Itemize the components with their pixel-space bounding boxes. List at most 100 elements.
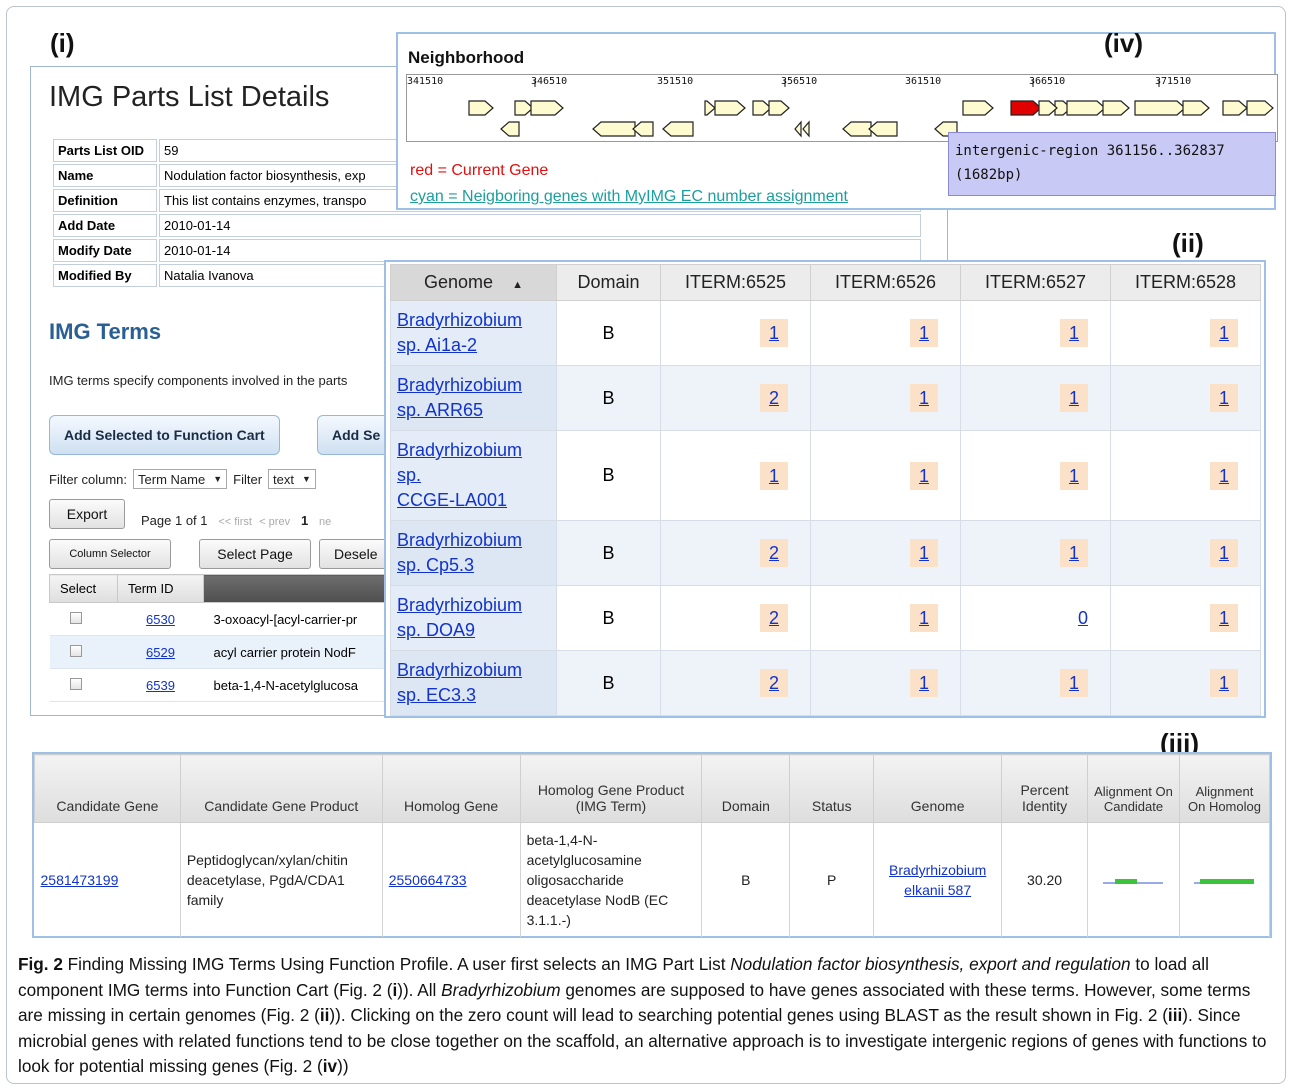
term-count-link[interactable]: 1 [910,604,938,632]
term-name: beta-1,4-N-acetylglucosa [203,668,404,702]
gene-arrow [794,120,802,138]
caption-figure-number: Fig. 2 [18,954,63,974]
column-header-select[interactable]: Select [49,574,118,603]
term-count-link[interactable]: 2 [760,604,788,632]
select-page-button[interactable]: Select Page [199,539,311,569]
column-header-iterm-6527[interactable]: ITERM:6527 [960,264,1111,301]
alignment-on-homolog[interactable] [1179,822,1271,937]
filter-column-select[interactable]: Term Name ▼ [133,469,228,489]
row-checkbox[interactable] [69,677,82,690]
column-header-percent-identity[interactable]: Percent Identity [1001,754,1089,823]
caption-bold: iii [1167,1005,1183,1025]
genome-link[interactable]: Bradyrhizobium sp. DOA9 [397,595,522,640]
term-count-link[interactable]: 2 [760,539,788,567]
term-count-link[interactable]: 1 [760,319,788,347]
term-id-link[interactable]: 6530 [146,612,175,627]
column-header-alignment-homolog[interactable]: Alignment On Homolog [1178,754,1271,823]
alignment-on-candidate[interactable] [1087,822,1180,937]
column-header-genome[interactable]: Genome [873,754,1003,823]
genome-link[interactable]: Bradyrhizobium sp. Ai1a-2 [397,310,522,355]
term-count-link[interactable]: 1 [910,319,938,347]
genome-link[interactable]: Bradyrhizobium sp. CCGE-LA001 [397,440,522,510]
term-count-link[interactable]: 1 [1210,461,1238,490]
neighborhood-panel: Neighborhood 341510 346510 351510 356510… [396,32,1278,210]
term-count-link[interactable]: 1 [1210,604,1238,632]
genome-link[interactable]: Bradyrhizobium sp. EC3.3 [397,660,522,705]
deselect-button[interactable]: Desele [319,539,389,569]
img-terms-table: Select Term ID 6530 3-oxoacyl-[acyl-carri… [49,574,404,702]
gene-arrow [1182,100,1210,116]
term-count-link[interactable]: 1 [910,461,938,490]
img-terms-heading: IMG Terms [49,319,162,344]
column-header-homolog-gene[interactable]: Homolog Gene [381,754,521,823]
term-count-link[interactable]: 1 [1210,319,1238,347]
genome-name-line: Bradyrhizobium [397,375,523,395]
term-count-link[interactable]: 2 [760,384,788,412]
column-selector-button[interactable]: Column Selector [49,539,171,569]
pager: Page 1 of 1 << first < prev 1 ne [141,513,331,528]
term-count-link[interactable]: 2 [760,669,788,697]
term-count-link[interactable]: 0 [1078,608,1088,628]
alignment-bar-candidate [1103,878,1164,884]
term-count-link[interactable]: 1 [1210,384,1238,412]
column-header-candidate-gene[interactable]: Candidate Gene [34,754,181,823]
info-key: Parts List OID [53,139,157,162]
genome-link[interactable]: Bradyrhizobium elkanii 587 [889,862,986,898]
genome-name-line: sp. Ai1a-2 [397,335,478,355]
row-checkbox[interactable] [69,644,82,657]
genome-link[interactable]: Bradyrhizobium sp. ARR65 [397,375,522,420]
status-cell: P [789,822,875,937]
column-header-homolog-product[interactable]: Homolog Gene Product (IMG Term) [519,754,703,823]
term-count-link[interactable]: 1 [910,669,938,697]
pager-current: 1 [300,513,309,528]
neighborhood-title: Neighborhood [408,48,525,67]
info-row: Modify Date 2010-01-14 [53,239,921,262]
column-header-genome[interactable]: Genome ▲ [390,264,557,301]
chevron-down-icon: ▼ [302,474,311,484]
column-header-iterm-6525[interactable]: ITERM:6525 [660,264,811,301]
candidate-gene-link[interactable]: 2581473199 [41,872,119,888]
blast-results-panel: Candidate Gene Candidate Gene Product Ho… [32,752,1272,938]
term-count-link[interactable]: 1 [760,461,788,490]
filter-label: Filter [233,471,263,487]
column-header-status[interactable]: Status [789,754,875,823]
column-header-domain[interactable]: Domain [556,264,661,301]
column-header-term-id[interactable]: Term ID [117,574,204,603]
info-key: Add Date [53,214,157,237]
term-id-link[interactable]: 6529 [146,645,175,660]
term-count-link[interactable]: 1 [1210,539,1238,567]
function-profile-table: Genome ▲ Domain ITERM:6525 ITERM:6526 IT… [390,264,1261,716]
caption-text: )). Clicking on the zero count will lead… [329,1005,1168,1025]
column-header-alignment-candidate[interactable]: Alignment On Candidate [1087,754,1180,823]
column-header-iterm-6526[interactable]: ITERM:6526 [810,264,961,301]
column-header-term-name[interactable] [203,574,404,603]
genome-link[interactable]: Bradyrhizobium sp. Cp5.3 [397,530,522,575]
gene-arrow [468,100,494,116]
term-count-link[interactable]: 1 [1060,319,1088,347]
term-count-link[interactable]: 1 [910,539,938,567]
pager-next-link[interactable]: ne [319,516,331,528]
export-button[interactable]: Export [49,499,125,529]
domain-cell: B [556,650,661,716]
pager-prev-link[interactable]: < prev [259,516,290,528]
filter-column-value: Term Name [138,471,206,487]
gene-arrow [962,100,994,116]
homolog-gene-link[interactable]: 2550664733 [389,872,467,888]
gene-arrow [1102,100,1130,116]
genome-name-line: sp. ARR65 [397,400,484,420]
info-row: Add Date 2010-01-14 [53,214,921,237]
add-to-function-cart-button[interactable]: Add Selected to Function Cart [49,415,280,455]
term-count-link[interactable]: 1 [1060,539,1088,567]
filter-type-select[interactable]: text ▼ [268,469,316,489]
term-count-link[interactable]: 1 [1060,461,1088,490]
pager-first-link[interactable]: << first [218,516,252,528]
column-header-domain[interactable]: Domain [701,754,791,823]
term-count-link[interactable]: 1 [1210,669,1238,697]
term-id-link[interactable]: 6539 [146,678,175,693]
column-header-candidate-product[interactable]: Candidate Gene Product [179,754,383,823]
column-header-iterm-6528[interactable]: ITERM:6528 [1110,264,1261,301]
term-count-link[interactable]: 1 [1060,384,1088,412]
term-count-link[interactable]: 1 [910,384,938,412]
row-checkbox[interactable] [69,611,82,624]
term-count-link[interactable]: 1 [1060,669,1088,697]
